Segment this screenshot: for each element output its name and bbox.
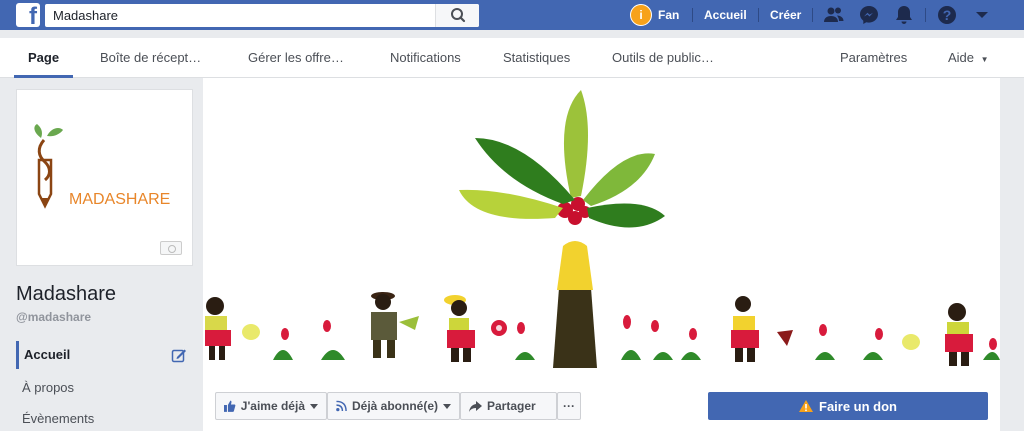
- logo-text: MADASHARE: [69, 191, 170, 208]
- edit-icon[interactable]: [171, 347, 187, 363]
- home-link-label: Accueil: [704, 8, 747, 22]
- messenger-icon[interactable]: [858, 4, 880, 26]
- rss-follow-icon: [336, 400, 347, 412]
- page-title: Madashare: [16, 283, 117, 305]
- facebook-logo-icon[interactable]: f: [16, 3, 40, 27]
- top-navigation-bar: f i Fan Accueil Créer: [0, 0, 1024, 30]
- share-button-label: Partager: [487, 399, 536, 413]
- search-box: [45, 4, 479, 27]
- profile-picture[interactable]: MADASHARE: [16, 89, 193, 266]
- tab-inbox[interactable]: Boîte de récept…: [100, 38, 201, 78]
- tab-statistics[interactable]: Statistiques: [503, 38, 570, 78]
- warning-icon: [799, 400, 813, 412]
- profile-shortcut[interactable]: i Fan: [630, 0, 679, 30]
- more-options-icon: ···: [563, 399, 575, 413]
- avatar: i: [630, 4, 652, 26]
- thumbs-up-icon: [224, 400, 236, 412]
- camera-icon[interactable]: [160, 241, 182, 255]
- home-link[interactable]: Accueil: [704, 0, 747, 30]
- sidebar-item-label: Accueil: [24, 347, 71, 362]
- chevron-down-icon: [443, 403, 451, 409]
- friend-requests-icon[interactable]: [823, 4, 845, 26]
- more-options-button[interactable]: ···: [557, 392, 581, 420]
- tab-page[interactable]: Page: [13, 38, 74, 78]
- tab-publishing-tools[interactable]: Outils de public…: [612, 38, 714, 78]
- notifications-bell-icon[interactable]: [893, 4, 915, 26]
- sidebar-item-label: À propos: [22, 380, 75, 395]
- svg-text:?: ?: [943, 7, 952, 23]
- madashare-logo: MADASHARE: [34, 124, 170, 209]
- follow-button-label: Déjà abonné(e): [351, 399, 438, 413]
- cover-photo[interactable]: [203, 78, 1000, 381]
- nav-divider: [925, 8, 926, 22]
- account-menu-chevron-icon[interactable]: [971, 4, 993, 26]
- search-icon: [451, 8, 466, 23]
- nav-divider: [812, 8, 813, 22]
- like-button[interactable]: J'aime déjà: [215, 392, 327, 420]
- tab-help[interactable]: Aide ▼: [948, 38, 989, 78]
- chevron-down-icon: ▼: [980, 55, 989, 64]
- tab-help-label: Aide: [948, 50, 975, 65]
- create-link-label: Créer: [770, 8, 802, 22]
- share-button[interactable]: Partager: [460, 392, 557, 420]
- follow-button[interactable]: Déjà abonné(e): [327, 392, 460, 420]
- chevron-down-icon: [310, 403, 318, 409]
- share-arrow-icon: [469, 400, 482, 412]
- sidebar-item-label: Évènements: [22, 411, 95, 426]
- profile-name: Fan: [658, 8, 680, 22]
- tab-settings[interactable]: Paramètres: [840, 38, 907, 78]
- tab-offers[interactable]: Gérer les offre…: [248, 38, 344, 78]
- page-management-tabs: Page Boîte de récept… Gérer les offre… N…: [0, 38, 1024, 78]
- nav-divider: [692, 8, 693, 22]
- search-button[interactable]: [435, 4, 479, 27]
- sidebar-item-home[interactable]: Accueil: [16, 341, 193, 369]
- donate-button-label: Faire un don: [819, 398, 897, 414]
- search-input[interactable]: [45, 4, 435, 27]
- sidebar-item-about[interactable]: À propos: [16, 374, 193, 402]
- tab-notifications[interactable]: Notifications: [390, 38, 461, 78]
- sidebar-item-events[interactable]: Évènements: [16, 405, 193, 431]
- like-button-label: J'aime déjà: [240, 399, 305, 413]
- create-link[interactable]: Créer: [770, 0, 801, 30]
- help-question-icon[interactable]: ?: [936, 4, 958, 26]
- page-handle[interactable]: @madashare: [16, 310, 91, 324]
- donate-button[interactable]: Faire un don: [708, 392, 988, 420]
- page-action-bar: J'aime déjà Déjà abonné(e) Partager ··· …: [203, 381, 1000, 431]
- cover-illustration: [205, 90, 1000, 368]
- nav-divider: [758, 8, 759, 22]
